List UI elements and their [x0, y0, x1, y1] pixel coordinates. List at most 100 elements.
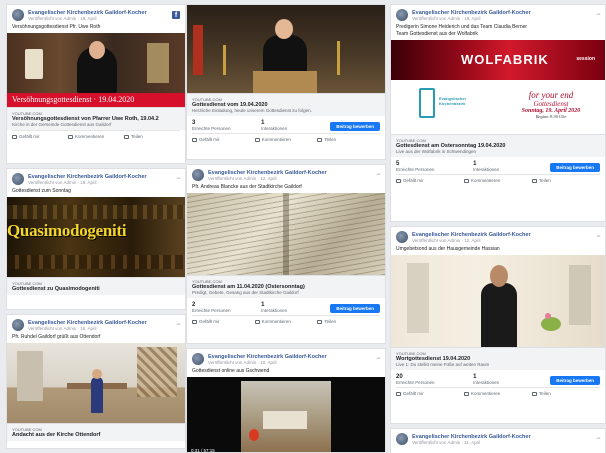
- wolfabrik-title: WOLFABRIK: [461, 52, 549, 67]
- more-options-icon[interactable]: ···: [596, 435, 601, 442]
- video-timestamp: 0:31 / 57:15: [191, 448, 215, 453]
- banner-title: Quasimodogeniti: [7, 221, 127, 240]
- post-text: Predigerin Simone Heiderich und das Team…: [396, 24, 528, 30]
- post-card: Evangelischer Kirchenbezirk Gaildorf-Koc…: [6, 4, 186, 164]
- post-card: Evangelischer Kirchenbezirk Gaildorf-Koc…: [390, 4, 606, 222]
- wolfabrik-banner: WOLFABRIK session: [391, 40, 605, 80]
- plant-shape: [541, 317, 561, 331]
- pastor-figure: [91, 377, 103, 413]
- link-preview[interactable]: YOUTUBE.COM Gottesdienst zu Quasimodogen…: [7, 277, 185, 295]
- like-icon: [396, 178, 401, 183]
- page-avatar[interactable]: [12, 319, 24, 331]
- engagement-stat: 1 Interaktionen: [261, 302, 288, 313]
- share-button[interactable]: Teilen: [124, 134, 180, 139]
- video-thumbnail[interactable]: [187, 193, 385, 275]
- feed-column-2: YOUTUBE.COM Gottesdienst vom 19.04.2020 …: [186, 0, 386, 453]
- video-thumbnail[interactable]: Quasimodogeniti: [7, 197, 185, 277]
- post-header: Evangelischer Kirchenbezirk Gaildorf-Koc…: [391, 5, 605, 23]
- post-card: Evangelischer Kirchenbezirk Gaildorf-Koc…: [390, 428, 606, 453]
- post-header: Evangelischer Kirchenbezirk Gaildorf-Koc…: [7, 169, 185, 187]
- boost-post-button[interactable]: Beitrag bewerben: [550, 376, 601, 385]
- post-text-2: Team Gottesdienst aus der Wolfabrik: [396, 31, 478, 37]
- more-options-icon[interactable]: ···: [376, 355, 381, 362]
- link-preview[interactable]: YOUTUBE.COM Gottesdienst am 11.04.2020 (…: [187, 275, 385, 298]
- like-button[interactable]: Gefällt mir: [12, 134, 68, 139]
- post-text: Gottesdienst online aus Gschwend: [192, 368, 270, 374]
- window-shape: [25, 49, 43, 79]
- comment-button[interactable]: Kommentieren: [68, 134, 124, 139]
- wall-panel: [17, 351, 43, 401]
- link-title[interactable]: Gottesdienst zu Quasimodogeniti: [12, 286, 180, 292]
- event-graphic[interactable]: WOLFABRIK session Evangelischer Kirchenbe…: [391, 40, 605, 134]
- candle-icon: [337, 41, 340, 75]
- boost-post-button[interactable]: Beitrag bewerben: [330, 122, 381, 131]
- page-avatar[interactable]: [396, 9, 408, 21]
- share-button[interactable]: Teilen: [317, 319, 380, 324]
- page-avatar[interactable]: [12, 9, 24, 21]
- pastor-head: [92, 369, 102, 379]
- comment-button[interactable]: Kommentieren: [464, 178, 532, 183]
- video-player[interactable]: 0:31 / 57:15: [187, 377, 385, 453]
- comment-button[interactable]: Kommentieren: [464, 391, 532, 396]
- boost-post-button[interactable]: Beitrag bewerben: [330, 304, 381, 313]
- post-meta: Veröffentlicht von Admin · 12. April: [208, 175, 277, 181]
- more-options-icon[interactable]: ···: [376, 171, 381, 178]
- post-text: Pfr. Andreas Blancke aus der Stadtkirche…: [192, 184, 302, 190]
- share-button[interactable]: Teilen: [532, 178, 600, 183]
- share-icon: [124, 134, 129, 139]
- page-avatar[interactable]: [396, 231, 408, 243]
- texture-band: [7, 205, 185, 219]
- link-preview[interactable]: YOUTUBE.COM Gottesdienst vom 19.04.2020 …: [187, 93, 385, 116]
- post-card: Evangelischer Kirchenbezirk Gaildorf-Koc…: [6, 168, 186, 310]
- share-icon: [317, 319, 323, 324]
- like-button[interactable]: Gefällt mir: [192, 137, 255, 142]
- page-avatar[interactable]: [12, 173, 24, 185]
- video-thumbnail[interactable]: [187, 5, 385, 93]
- post-card: Evangelischer Kirchenbezirk Gaildorf-Koc…: [390, 226, 606, 424]
- video-caption: Versöhnungsgottesdienst · 19.04.2020: [7, 93, 185, 107]
- post-insights: 20 Erreichte Personen 1 Interaktionen Beit…: [391, 370, 605, 387]
- link-preview[interactable]: YOUTUBE.COM Versöhnungsgottesdienst von …: [7, 107, 185, 130]
- page-avatar[interactable]: [192, 169, 204, 181]
- session-label: session: [576, 56, 595, 62]
- like-button[interactable]: Gefällt mir: [192, 319, 255, 324]
- link-description: Kirche in der Gemeinde Gottesdienst aus …: [12, 122, 112, 127]
- link-preview[interactable]: YOUTUBE.COM Wortgottesdienst 19.04.2020 …: [391, 347, 605, 370]
- link-title[interactable]: Andacht aus der Kirche Ottendorf: [12, 432, 180, 438]
- post-insights: 5 Erreichte Personen 1 Interaktionen Beitr…: [391, 157, 605, 174]
- reach-stat: 5 Erreichte Personen: [396, 161, 435, 172]
- post-meta: Veröffentlicht von Admin · 11. April: [412, 439, 481, 445]
- more-options-icon[interactable]: ···: [596, 233, 601, 240]
- link-preview[interactable]: YOUTUBE.COM Andacht aus der Kirche Otten…: [7, 423, 185, 441]
- organ-shape: [147, 43, 169, 83]
- like-button[interactable]: Gefällt mir: [396, 391, 464, 396]
- page-avatar[interactable]: [396, 433, 408, 445]
- stairs-shape: [137, 347, 177, 397]
- more-options-icon[interactable]: ···: [596, 11, 601, 18]
- comment-button[interactable]: Kommentieren: [254, 319, 318, 324]
- post-insights: 3 Erreichte Personen 1 Interaktionen Beitr…: [187, 116, 385, 133]
- link-description: Live aus der Wolfabrik in Schwendingen: [396, 149, 476, 154]
- link-preview[interactable]: YOUTUBE.COM Gottesdienst am Ostersonntag…: [391, 134, 605, 157]
- post-actions: Gefällt mir Kommentieren Teilen: [396, 174, 600, 186]
- banner-shape: [193, 25, 203, 75]
- more-options-icon[interactable]: ···: [176, 175, 181, 182]
- share-button[interactable]: Teilen: [317, 137, 380, 142]
- post-header: Evangelischer Kirchenbezirk Gaildorf-Koc…: [391, 227, 605, 245]
- altar-shape: [263, 411, 307, 429]
- share-button[interactable]: Teilen: [532, 391, 600, 396]
- comment-button[interactable]: Kommentieren: [254, 137, 318, 142]
- share-icon: [532, 178, 537, 183]
- video-thumbnail[interactable]: [391, 255, 605, 347]
- video-thumbnail[interactable]: [7, 343, 185, 423]
- post-meta: Veröffentlicht von Admin · 19. April: [28, 179, 97, 185]
- like-button[interactable]: Gefällt mir: [396, 178, 464, 183]
- share-icon: [317, 137, 323, 142]
- more-options-icon[interactable]: ···: [176, 321, 181, 328]
- boost-post-button[interactable]: Beitrag bewerben: [550, 163, 601, 172]
- post-card: Evangelischer Kirchenbezirk Gaildorf-Koc…: [186, 164, 386, 344]
- page-avatar[interactable]: [192, 353, 204, 365]
- post-meta: Veröffentlicht von Admin · 19. April: [412, 15, 481, 21]
- video-thumbnail[interactable]: Versöhnungsgottesdienst · 19.04.2020: [7, 33, 185, 107]
- book-spine: [283, 193, 289, 275]
